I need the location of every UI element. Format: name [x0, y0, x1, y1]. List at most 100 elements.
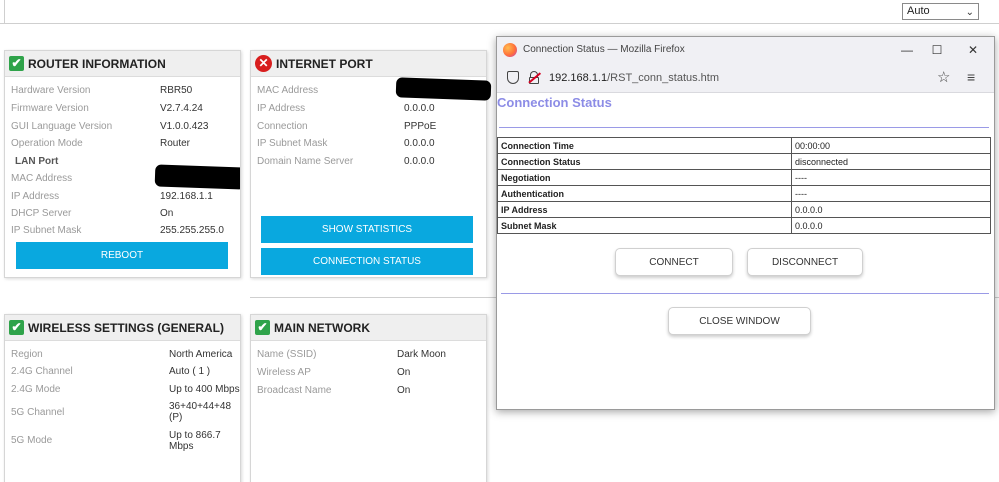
url-bar[interactable]: 192.168.1.1/RST_conn_status.htm ☆ ≡: [497, 63, 994, 93]
connection-value: PPPoE: [404, 121, 437, 132]
table-cell-key: IP Address: [497, 201, 792, 218]
url-text[interactable]: 192.168.1.1/RST_conn_status.htm: [549, 72, 719, 84]
window-title: Connection Status — Mozilla Firefox: [523, 44, 685, 55]
check-icon: ✔: [9, 56, 24, 71]
internet-port-panel: ✕ INTERNET PORT MAC Address IP Address 0…: [250, 50, 492, 278]
close-icon[interactable]: ✕: [963, 41, 983, 59]
error-x-icon: ✕: [255, 55, 272, 72]
firefox-popup-window: Connection Status — Mozilla Firefox — ☐ …: [496, 36, 995, 410]
table-cell-key: Connection Time: [497, 137, 792, 154]
panel-title: ROUTER INFORMATION: [28, 56, 166, 71]
region-label: Region: [11, 349, 43, 360]
table-cell-value: 00:00:00: [791, 137, 991, 154]
mode-5g-label: 5G Mode: [11, 435, 53, 446]
broadcast-name-value: On: [397, 385, 411, 396]
connect-button[interactable]: CONNECT: [615, 248, 733, 276]
hardware-version-label: Hardware Version: [11, 85, 91, 96]
firmware-version-label: Firmware Version: [11, 103, 89, 114]
lan-port-heading: LAN Port: [15, 156, 59, 167]
panel-header: ✕ INTERNET PORT: [251, 51, 486, 77]
table-row: Connection Status disconnected: [497, 153, 991, 170]
divider: [499, 127, 989, 128]
screen: Auto ⌄ ✔ ROUTER INFORMATION Hardware Ver…: [0, 0, 999, 482]
check-icon: ✔: [255, 320, 270, 335]
operation-mode-value: Router: [160, 138, 191, 149]
show-statistics-button[interactable]: SHOW STATISTICS: [261, 216, 473, 243]
top-bar: Auto ⌄: [0, 0, 999, 24]
table-cell-value: ----: [791, 185, 991, 202]
minimize-icon[interactable]: —: [897, 41, 917, 59]
mode-5g-value: Up to 866.7 Mbps: [169, 430, 221, 452]
table-cell-value: ----: [791, 169, 991, 186]
panel-title: INTERNET PORT: [276, 56, 373, 71]
table-cell-value: 0.0.0.0: [791, 217, 991, 234]
connection-status-button[interactable]: CONNECTION STATUS: [261, 248, 473, 275]
channel-5g-value: 36+40+44+48(P): [169, 401, 232, 423]
page-title: Connection Status: [497, 95, 612, 110]
ip-subnet-mask-label: IP Subnet Mask: [257, 138, 328, 149]
lan-ip-address-value: 192.168.1.1: [160, 191, 213, 202]
hamburger-menu-icon[interactable]: ≡: [967, 69, 975, 85]
broadcast-name-label: Broadcast Name: [257, 385, 332, 396]
panel-header: ✔ ROUTER INFORMATION: [5, 51, 240, 77]
table-row: Authentication ----: [497, 185, 991, 202]
domain-name-server-value: 0.0.0.0: [404, 156, 435, 167]
ip-subnet-mask-value: 0.0.0.0: [404, 138, 435, 149]
check-icon: ✔: [9, 320, 24, 335]
domain-name-server-label: Domain Name Server: [257, 156, 354, 167]
panel-title: WIRELESS SETTINGS (GENERAL): [28, 320, 225, 335]
wireless-settings-panel: ✔ WIRELESS SETTINGS (GENERAL) Region Nor…: [4, 314, 241, 482]
table-row: Connection Time 00:00:00: [497, 137, 991, 154]
table-row: Subnet Mask 0.0.0.0: [497, 217, 991, 234]
firmware-version-value: V2.7.4.24: [160, 103, 203, 114]
table-row: IP Address 0.0.0.0: [497, 201, 991, 218]
ip-address-value: 0.0.0.0: [404, 103, 435, 114]
hardware-version-value: RBR50: [160, 85, 193, 96]
url-host: 192.168.1.1: [549, 72, 608, 84]
gui-language-version-value: V1.0.0.423: [160, 121, 209, 132]
gui-language-version-label: GUI Language Version: [11, 121, 113, 132]
main-network-panel: ✔ MAIN NETWORK Name (SSID) Dark Moon Wir…: [250, 314, 487, 482]
mode-24g-value: Up to 400 Mbps: [169, 384, 240, 395]
wireless-ap-value: On: [397, 367, 411, 378]
region-value: North America: [169, 349, 233, 360]
table-cell-key: Negotiation: [497, 169, 792, 186]
url-path: /RST_conn_status.htm: [607, 72, 720, 84]
table-row: Negotiation ----: [497, 169, 991, 186]
dhcp-server-label: DHCP Server: [11, 208, 72, 219]
ip-subnet-mask-value: 255.255.255.0: [160, 225, 224, 233]
reboot-button[interactable]: REBOOT: [16, 242, 228, 269]
ip-address-label: IP Address: [257, 103, 306, 114]
dhcp-server-value: On: [160, 208, 174, 219]
panel-header: ✔ WIRELESS SETTINGS (GENERAL): [5, 315, 240, 341]
table-cell-key: Authentication: [497, 185, 792, 202]
connection-label: Connection: [257, 121, 308, 132]
close-window-button[interactable]: CLOSE WINDOW: [668, 307, 811, 335]
channel-5g-label: 5G Channel: [11, 407, 65, 418]
ssid-value: Dark Moon: [397, 349, 446, 360]
lan-ip-address-label: IP Address: [11, 191, 60, 202]
lan-mac-address-label: MAC Address: [11, 173, 73, 184]
panel-title: MAIN NETWORK: [274, 320, 370, 335]
window-title-bar: Connection Status — Mozilla Firefox — ☐ …: [497, 37, 994, 63]
channel-24g-value: Auto ( 1 ): [169, 366, 211, 377]
table-cell-value: disconnected: [791, 153, 991, 170]
table-cell-key: Subnet Mask: [497, 217, 792, 234]
table-cell-value: 0.0.0.0: [791, 201, 991, 218]
wireless-ap-label: Wireless AP: [257, 367, 311, 378]
maximize-icon[interactable]: ☐: [927, 41, 947, 59]
insecure-lock-icon[interactable]: [528, 71, 541, 84]
table-cell-key: Connection Status: [497, 153, 792, 170]
connection-status-table: Connection Time 00:00:00 Connection Stat…: [497, 137, 991, 234]
chevron-down-icon: ⌄: [965, 7, 974, 18]
redaction-mark: [154, 164, 240, 190]
channel-24g-label: 2.4G Channel: [11, 366, 73, 377]
language-select-value: Auto: [907, 5, 930, 17]
panel-header: ✔ MAIN NETWORK: [251, 315, 486, 341]
language-select[interactable]: Auto ⌄: [902, 3, 979, 20]
ssid-label: Name (SSID): [257, 349, 317, 360]
router-info-list: Hardware Version RBR50 Firmware Version …: [5, 78, 240, 233]
disconnect-button[interactable]: DISCONNECT: [747, 248, 863, 276]
shield-icon[interactable]: [507, 71, 519, 84]
bookmark-star-icon[interactable]: ☆: [937, 68, 950, 86]
